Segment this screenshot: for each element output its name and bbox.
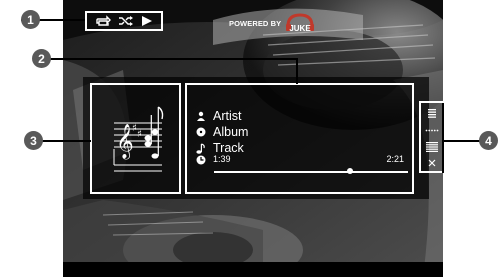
callout-4-bracket [442, 103, 444, 173]
close-button[interactable] [421, 155, 443, 171]
callout-3-leader [41, 140, 91, 142]
powered-by-label: POWERED BY [229, 18, 282, 28]
dots-icon [425, 129, 439, 131]
list-view-button[interactable] [421, 105, 443, 121]
callout-2: 2 [32, 49, 51, 68]
progress-bar[interactable] [214, 171, 408, 173]
callout-2-drop [296, 58, 298, 84]
artist-name: Artist [213, 109, 242, 123]
track-name: Track [213, 141, 244, 155]
callout-3: 3 [24, 131, 43, 150]
music-score-icon: 𝄞 ♯ ♯ [113, 106, 164, 172]
progress-knob[interactable] [346, 168, 353, 174]
powered-by-badge: POWERED BY JUKE [229, 12, 315, 34]
repeat-icon[interactable] [95, 15, 111, 27]
total-time: 2:21 [386, 154, 404, 164]
detail-list-button[interactable] [421, 139, 443, 155]
more-info-button[interactable] [421, 122, 443, 138]
juke-logo: JUKE [285, 12, 315, 34]
callout-4: 4 [479, 131, 498, 150]
svg-text:♯: ♯ [137, 129, 142, 140]
detail-list-icon [426, 142, 438, 152]
close-icon [428, 159, 436, 167]
album-name: Album [213, 125, 249, 139]
track-icon [196, 142, 206, 154]
shuffle-icon[interactable] [118, 15, 134, 27]
screen: POWERED BY JUKE 𝄞 ♯ ♯ Artist Album Track… [63, 0, 443, 277]
elapsed-time: 1:39 [213, 154, 231, 164]
list-icon [428, 108, 436, 118]
clock-icon [196, 155, 206, 165]
svg-text:JUKE: JUKE [290, 24, 312, 33]
album-row: Album [196, 125, 248, 139]
song-info-panel: Artist Album Track 1:39 2:21 [185, 83, 414, 194]
side-menu [419, 101, 443, 173]
album-art: 𝄞 ♯ ♯ [90, 83, 181, 194]
callout-2-leader [41, 58, 297, 60]
album-icon [196, 127, 206, 137]
artist-row: Artist [196, 109, 241, 123]
track-row: Track [196, 141, 244, 155]
callout-1: 1 [21, 10, 40, 29]
playback-mode-bar [85, 11, 163, 31]
play-icon[interactable] [141, 15, 153, 27]
artist-icon [196, 111, 206, 121]
